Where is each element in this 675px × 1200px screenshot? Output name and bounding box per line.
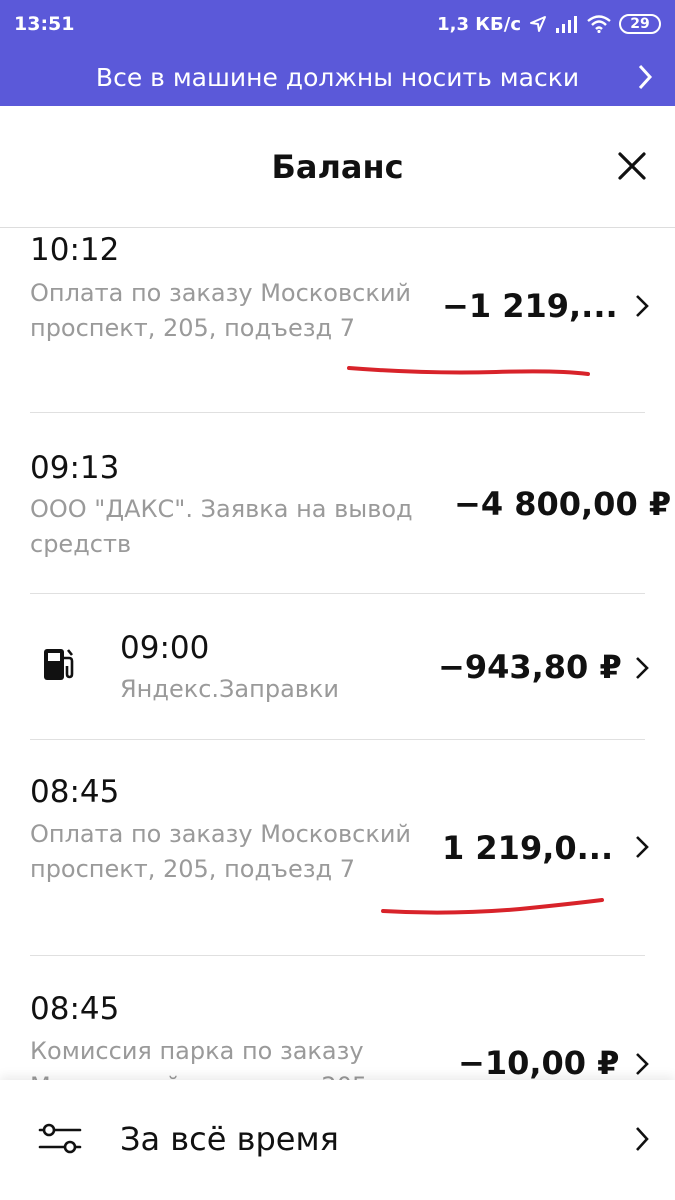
balance-header: Баланс [0,106,675,228]
chevron-right-icon [635,294,649,322]
chevron-right-icon [635,835,649,863]
chevron-right-icon [635,656,649,684]
transaction-row[interactable]: 08:45 Комиссия парка по заказу Московски… [30,956,649,1080]
transaction-amount: −4 800,00 ₽ [454,485,672,523]
transaction-description: Оплата по заказу Московский проспект, 20… [30,820,412,883]
period-filter-bar[interactable]: За всё время [0,1080,675,1200]
chevron-right-icon [635,1126,649,1156]
chevron-right-icon [637,63,653,97]
info-banner[interactable]: Все в машине должны носить маски [0,48,675,106]
transaction-row[interactable]: 09:13 ООО "ДАКС". Заявка на вывод средст… [30,413,671,594]
transaction-description: Оплата по заказу Московский проспект, 20… [30,279,412,342]
location-arrow-icon [529,15,547,33]
transaction-time: 09:00 [120,630,210,666]
filter-sliders-icon [38,1123,82,1159]
red-annotation-underline [347,366,590,376]
transaction-row[interactable]: 08:45 Оплата по заказу Московский проспе… [30,740,649,956]
red-annotation-underline [381,898,604,915]
transaction-description: Комиссия парка по заказу Московский прос… [30,1037,367,1080]
transaction-time: 08:45 [30,991,120,1027]
period-label: За всё время [120,1120,339,1158]
net-speed: 1,3 КБ/с [437,13,521,35]
page-title: Баланс [271,148,404,186]
transaction-description: Яндекс.Заправки [120,675,340,703]
signal-icon [555,15,579,33]
transaction-amount: −10,00 ₽ [458,1044,620,1080]
banner-text: Все в машине должны носить маски [95,62,580,92]
fuel-pump-icon [42,646,76,686]
transaction-amount: −1 219,... [442,287,618,325]
transaction-description: ООО "ДАКС". Заявка на вывод средств [30,495,413,558]
status-time: 13:51 [14,13,75,35]
status-bar: 13:51 1,3 КБ/с 29 [0,0,675,48]
transaction-amount: 1 219,0... [442,829,614,867]
wifi-icon [587,15,611,33]
close-icon[interactable] [617,151,647,185]
status-indicators: 1,3 КБ/с 29 [437,14,661,35]
transaction-amount: −943,80 ₽ [438,648,622,686]
transaction-row[interactable]: 09:00 Яндекс.Заправки −943,80 ₽ [30,594,649,740]
transaction-row[interactable]: 10:12 Оплата по заказу Московский проспе… [30,228,649,413]
chevron-right-icon [635,1052,649,1080]
transaction-time: 10:12 [30,232,120,268]
battery-icon: 29 [619,14,661,34]
transaction-time: 09:13 [30,450,120,486]
transactions-list[interactable]: 10:12 Оплата по заказу Московский проспе… [0,228,675,1080]
transaction-time: 08:45 [30,774,120,810]
